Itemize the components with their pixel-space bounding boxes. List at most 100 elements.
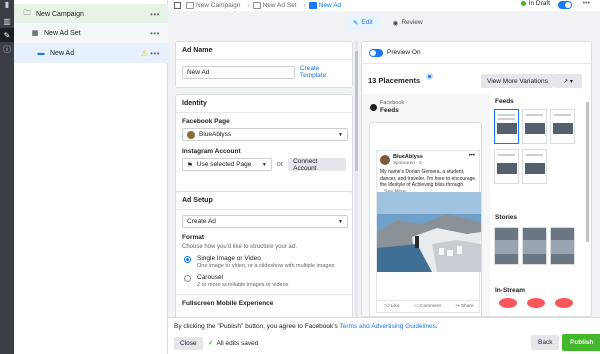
section-title: Ad Setup — [176, 192, 352, 210]
placement-thumb-ig-stories[interactable] — [522, 227, 547, 265]
breadcrumb-campaign[interactable]: New Campaign — [186, 2, 240, 9]
panel-toggle-icon[interactable] — [174, 2, 181, 9]
action-label: Share — [460, 304, 474, 309]
create-template-link[interactable]: Create Template — [300, 65, 346, 79]
info-icon[interactable]: ⓘ — [0, 42, 14, 56]
placement-thumb-right-column[interactable] — [522, 149, 547, 184]
bottom-bar: By clicking the "Publish" button, you ag… — [168, 317, 600, 354]
chevron-right-icon: › — [303, 2, 306, 9]
chevron-down-icon: ▼ — [261, 161, 267, 168]
folder-icon — [186, 2, 194, 9]
placement-thumbnails: Feeds Stories In-Stream — [490, 94, 590, 316]
breadcrumb-bar: New Campaign › New Ad Set › New Ad In Dr… — [168, 0, 600, 11]
placement-thumb-instream[interactable] — [527, 298, 545, 308]
placement-thumb-ig-feed[interactable] — [522, 109, 547, 144]
grid-icon: ▦ — [31, 30, 39, 37]
button-label: View More Variations — [487, 77, 548, 85]
chart-icon[interactable]: ▥ — [0, 14, 14, 28]
post-sponsored: Sponsored · ⊙ — [393, 160, 423, 165]
placement-label: Feeds — [380, 107, 399, 114]
ad-editor: Ad Name New Ad Create Template Identity … — [175, 41, 353, 317]
pencil-icon[interactable]: ✎ — [0, 28, 14, 42]
radio-selected[interactable] — [184, 256, 191, 263]
back-button[interactable]: Back — [531, 335, 560, 350]
tab-label: Review — [401, 19, 423, 26]
terms-link[interactable]: Terms and Advertising Guidelines — [339, 323, 435, 330]
more-icon[interactable]: ••• — [583, 0, 590, 7]
button-label: Close — [180, 340, 197, 347]
section-stories-label: Stories — [495, 214, 518, 221]
placement-thumb-instream[interactable] — [555, 298, 573, 308]
info-icon[interactable] — [426, 73, 433, 80]
chevron-down-icon: ▼ — [338, 218, 343, 225]
phone-frame: BlueAblyss Sponsored · ⊙ ••• My name's D… — [369, 122, 482, 316]
legal-text: By clicking the "Publish" button, you ag… — [174, 323, 438, 330]
chevron-right-icon: › — [247, 2, 250, 9]
placements-count: 13 Placements — [368, 76, 421, 85]
action-label: Comment — [420, 304, 441, 309]
facebook-page-select[interactable]: BlueAblyss ▼ — [182, 128, 348, 141]
tree-item-label: New Ad Set — [44, 29, 81, 37]
tree-item-adset[interactable]: ▦ New Ad Set ••• — [14, 23, 168, 43]
ad-setup-select[interactable]: Create Ad ▼ — [182, 215, 348, 228]
share-preview-button[interactable]: ↗ ▾ — [554, 74, 582, 88]
post-text: My name's Dorian Gemera, a student, danc… — [380, 169, 476, 188]
more-icon[interactable]: ••• — [150, 49, 160, 58]
tree-item-campaign[interactable]: 🗀 New Campaign ••• — [14, 4, 168, 24]
format-option-carousel[interactable]: Carousel 2 or more scrollable images or … — [182, 274, 346, 288]
placements-scrollbar[interactable] — [586, 102, 589, 242]
section-feeds-label: Feeds — [495, 98, 514, 105]
more-icon[interactable]: ••• — [150, 10, 160, 19]
pencil-icon: ✎ — [353, 19, 359, 27]
option-title: Carousel — [197, 274, 224, 281]
ad-icon: ▬ — [37, 49, 45, 57]
toggle-sidebar-icon[interactable]: ▮ — [0, 0, 14, 9]
section-title: Ad Name — [176, 42, 352, 60]
format-option-single[interactable]: Single Image or Video One image or video… — [182, 255, 346, 269]
breadcrumb-ad[interactable]: New Ad — [308, 2, 341, 9]
close-button[interactable]: Close — [174, 337, 203, 350]
tree-item-label: New Campaign — [36, 10, 84, 18]
facebook-icon — [370, 103, 377, 111]
comment-button: ▭ Comment — [414, 304, 441, 309]
format-subtext: Choose how you'd like to structure your … — [182, 244, 297, 250]
feed-preview: Facebook Feeds BlueAblyss Sponsored · ⊙ … — [362, 94, 490, 316]
grid-icon — [252, 2, 261, 9]
section-title: Identity — [176, 95, 352, 113]
ad-icon — [308, 2, 317, 9]
save-status-label: All edits saved — [216, 339, 259, 347]
tab-label: Edit — [361, 19, 373, 26]
option-title: Single Image or Video — [197, 255, 261, 262]
external-link-icon: ↗ ▾ — [563, 78, 573, 85]
legal-prefix: By clicking the "Publish" button, you ag… — [174, 323, 340, 330]
placement-thumb-fb-feed[interactable] — [494, 109, 519, 144]
editor-scrollbar[interactable] — [355, 41, 358, 317]
tab-review[interactable]: ◉ Review — [386, 15, 430, 30]
option-subtitle: One image or video, or a slideshow with … — [197, 263, 335, 269]
tab-edit[interactable]: ✎ Edit — [346, 15, 380, 30]
placement-thumb-instream[interactable] — [499, 298, 517, 308]
status-label: In Draft — [528, 0, 550, 7]
chevron-down-icon: ▼ — [338, 131, 343, 138]
preview-toggle[interactable] — [369, 48, 383, 57]
campaign-tree: 🗀 New Campaign ••• ▦ New Ad Set ••• ▬ Ne… — [14, 0, 168, 354]
ad-toggle[interactable] — [558, 1, 572, 9]
instagram-account-select[interactable]: ⚑ Use selected Page ▼ — [182, 158, 272, 171]
ad-name-input[interactable]: New Ad — [182, 65, 295, 79]
left-rail: ▮ ▥ ✎ ⓘ — [0, 0, 14, 354]
more-icon: ••• — [468, 153, 475, 159]
placement-thumb-messenger-stories[interactable] — [550, 227, 575, 265]
publish-button[interactable]: Publish — [562, 334, 600, 351]
connect-account-button[interactable]: Connect Account — [288, 158, 346, 172]
placement-thumb-video-feeds[interactable] — [494, 149, 519, 184]
placement-thumb-marketplace[interactable] — [550, 109, 575, 144]
breadcrumb-adset[interactable]: New Ad Set — [252, 2, 297, 9]
tree-item-ad[interactable]: ▬ New Ad ⚠ ••• — [14, 43, 168, 63]
fullscreen-label: Fullscreen Mobile Experience — [182, 300, 274, 307]
checkmark-icon: ✓ — [208, 340, 214, 347]
more-icon[interactable]: ••• — [150, 29, 160, 38]
placement-thumb-fb-stories[interactable] — [494, 227, 519, 265]
view-more-variations-button[interactable]: View More Variations — [481, 74, 554, 88]
radio-unselected[interactable] — [184, 275, 191, 282]
or-text: or — [276, 161, 284, 168]
